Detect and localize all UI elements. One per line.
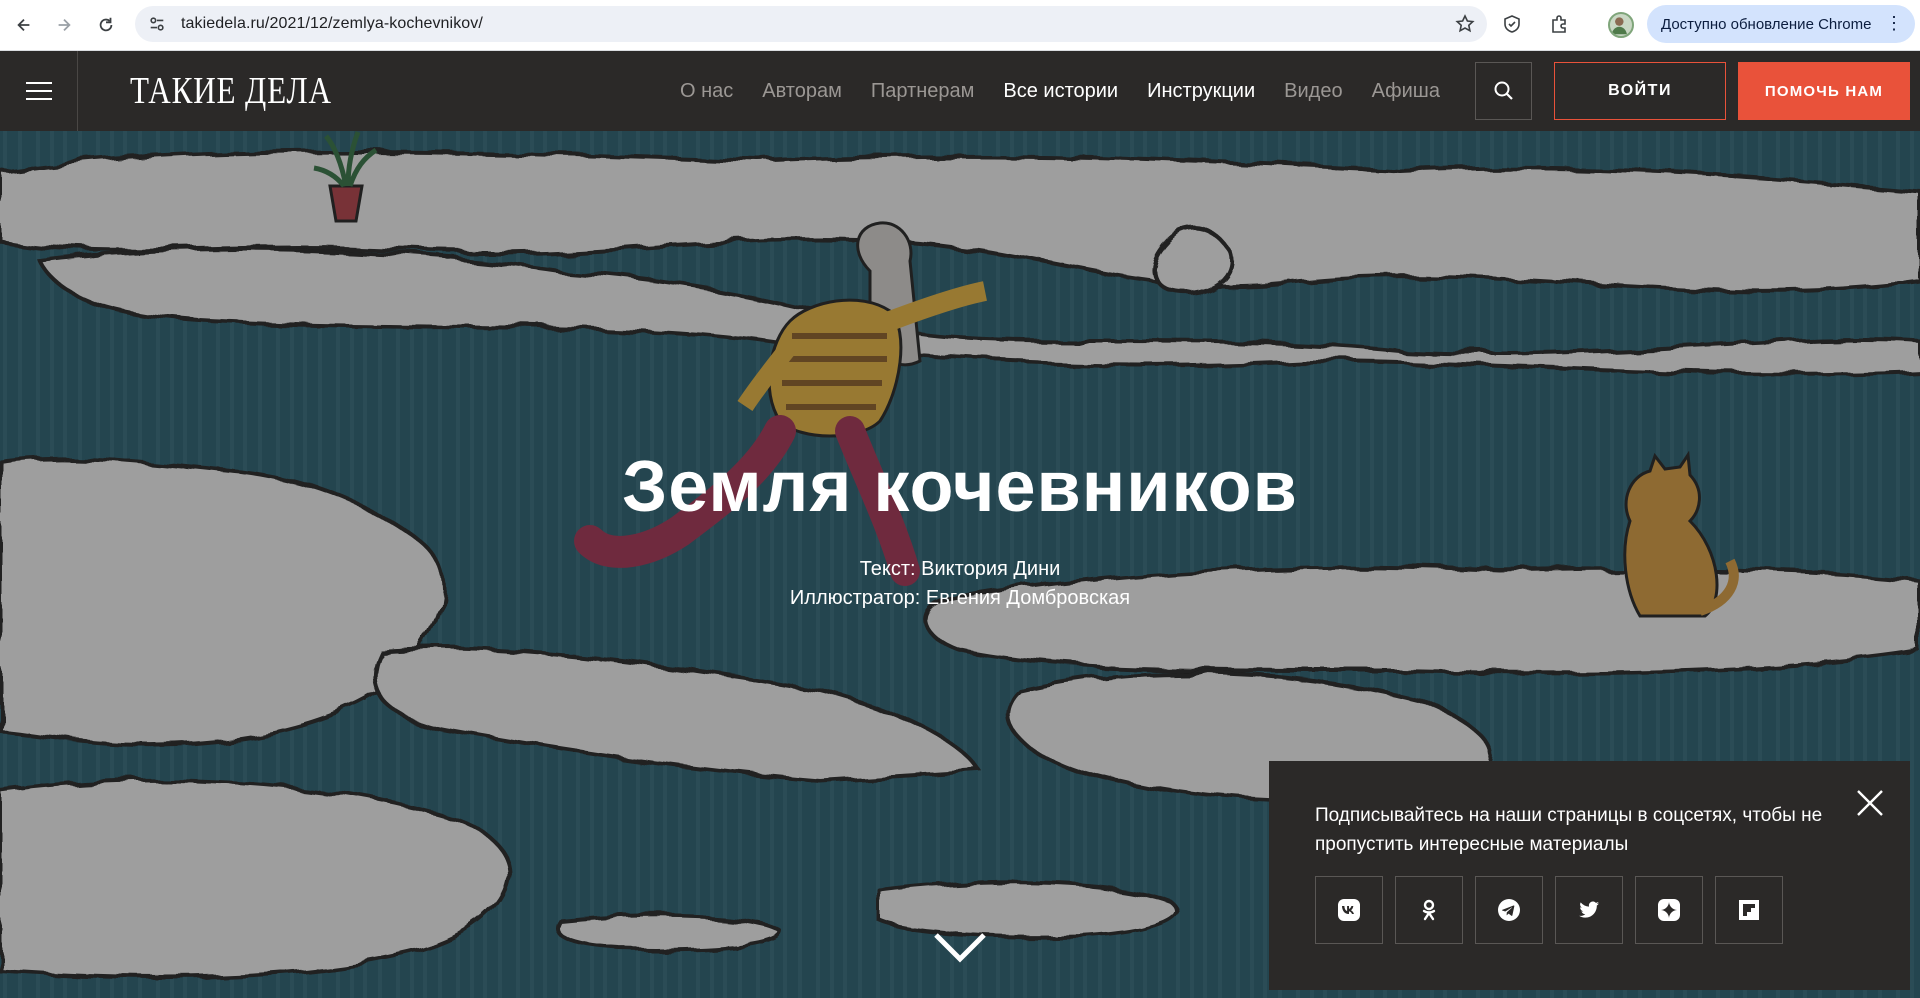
credit-author: Текст: Виктория Дини	[859, 558, 1061, 580]
zen-icon	[1658, 899, 1680, 921]
back-icon[interactable]	[4, 5, 44, 45]
social-zen-button[interactable]	[1635, 876, 1703, 944]
search-button[interactable]	[1475, 62, 1532, 120]
forward-icon[interactable]	[44, 5, 84, 45]
nav-video[interactable]: Видео	[1284, 80, 1342, 103]
social-subscribe-popup: Подписывайтесь на наши страницы в соцсет…	[1269, 761, 1910, 990]
social-links	[1315, 876, 1795, 944]
article-title: Земля кочевников	[622, 447, 1298, 527]
social-twitter-button[interactable]	[1555, 876, 1623, 944]
close-icon[interactable]	[1854, 787, 1886, 819]
address-bar[interactable]: takiedela.ru/2021/12/zemlya-kochevnikov/	[135, 6, 1487, 42]
url-text: takiedela.ru/2021/12/zemlya-kochevnikov/	[181, 15, 483, 32]
odnoklassniki-icon	[1422, 899, 1436, 921]
nav-authors[interactable]: Авторам	[762, 80, 842, 103]
search-icon	[1494, 81, 1513, 100]
main-nav: О нас Авторам Партнерам Все истории Инст…	[680, 51, 1469, 131]
popup-message: Подписывайтесь на наши страницы в соцсет…	[1315, 805, 1823, 855]
site-settings-icon[interactable]	[147, 14, 167, 34]
nav-all-stories[interactable]: Все истории	[1003, 80, 1118, 103]
more-vert-icon[interactable]: ⋮	[1885, 13, 1903, 33]
browser-toolbar: takiedela.ru/2021/12/zemlya-kochevnikov/…	[0, 0, 1920, 51]
nav-partners[interactable]: Партнерам	[871, 80, 975, 103]
credit-illustrator: Иллюстратор: Евгения Домбровская	[789, 587, 1131, 609]
flipboard-icon	[1739, 900, 1759, 920]
profile-avatar[interactable]	[1608, 12, 1634, 38]
puzzle-extensions-icon[interactable]	[1547, 12, 1571, 36]
site-logo[interactable]: ТАКИЕ ДЕЛА	[130, 69, 332, 113]
nav-instructions[interactable]: Инструкции	[1147, 80, 1255, 103]
social-flipboard-button[interactable]	[1715, 876, 1783, 944]
reload-icon[interactable]	[86, 5, 126, 45]
bookmark-star-icon[interactable]	[1455, 14, 1475, 34]
nav-about[interactable]: О нас	[680, 80, 733, 103]
chrome-update-label: Доступно обновление Chrome	[1661, 15, 1872, 33]
article-credits: Текст: Виктория Дини Иллюстратор: Евгени…	[0, 555, 1920, 613]
telegram-icon	[1498, 899, 1520, 921]
nav-events[interactable]: Афиша	[1372, 80, 1440, 103]
social-vk-button[interactable]	[1315, 876, 1383, 944]
vk-icon	[1338, 899, 1360, 921]
chrome-update-button[interactable]: Доступно обновление Chrome ⋮	[1647, 5, 1915, 43]
help-us-button[interactable]: ПОМОЧЬ НАМ	[1738, 62, 1910, 120]
site-header: ТАКИЕ ДЕЛА О нас Авторам Партнерам Все и…	[0, 51, 1920, 131]
shield-extension-icon[interactable]	[1500, 12, 1524, 36]
social-ok-button[interactable]	[1395, 876, 1463, 944]
login-button[interactable]: ВОЙТИ	[1554, 62, 1726, 120]
social-telegram-button[interactable]	[1475, 876, 1543, 944]
twitter-icon	[1579, 901, 1599, 918]
menu-burger-icon[interactable]	[0, 51, 78, 131]
chevron-down-icon[interactable]	[934, 931, 986, 965]
